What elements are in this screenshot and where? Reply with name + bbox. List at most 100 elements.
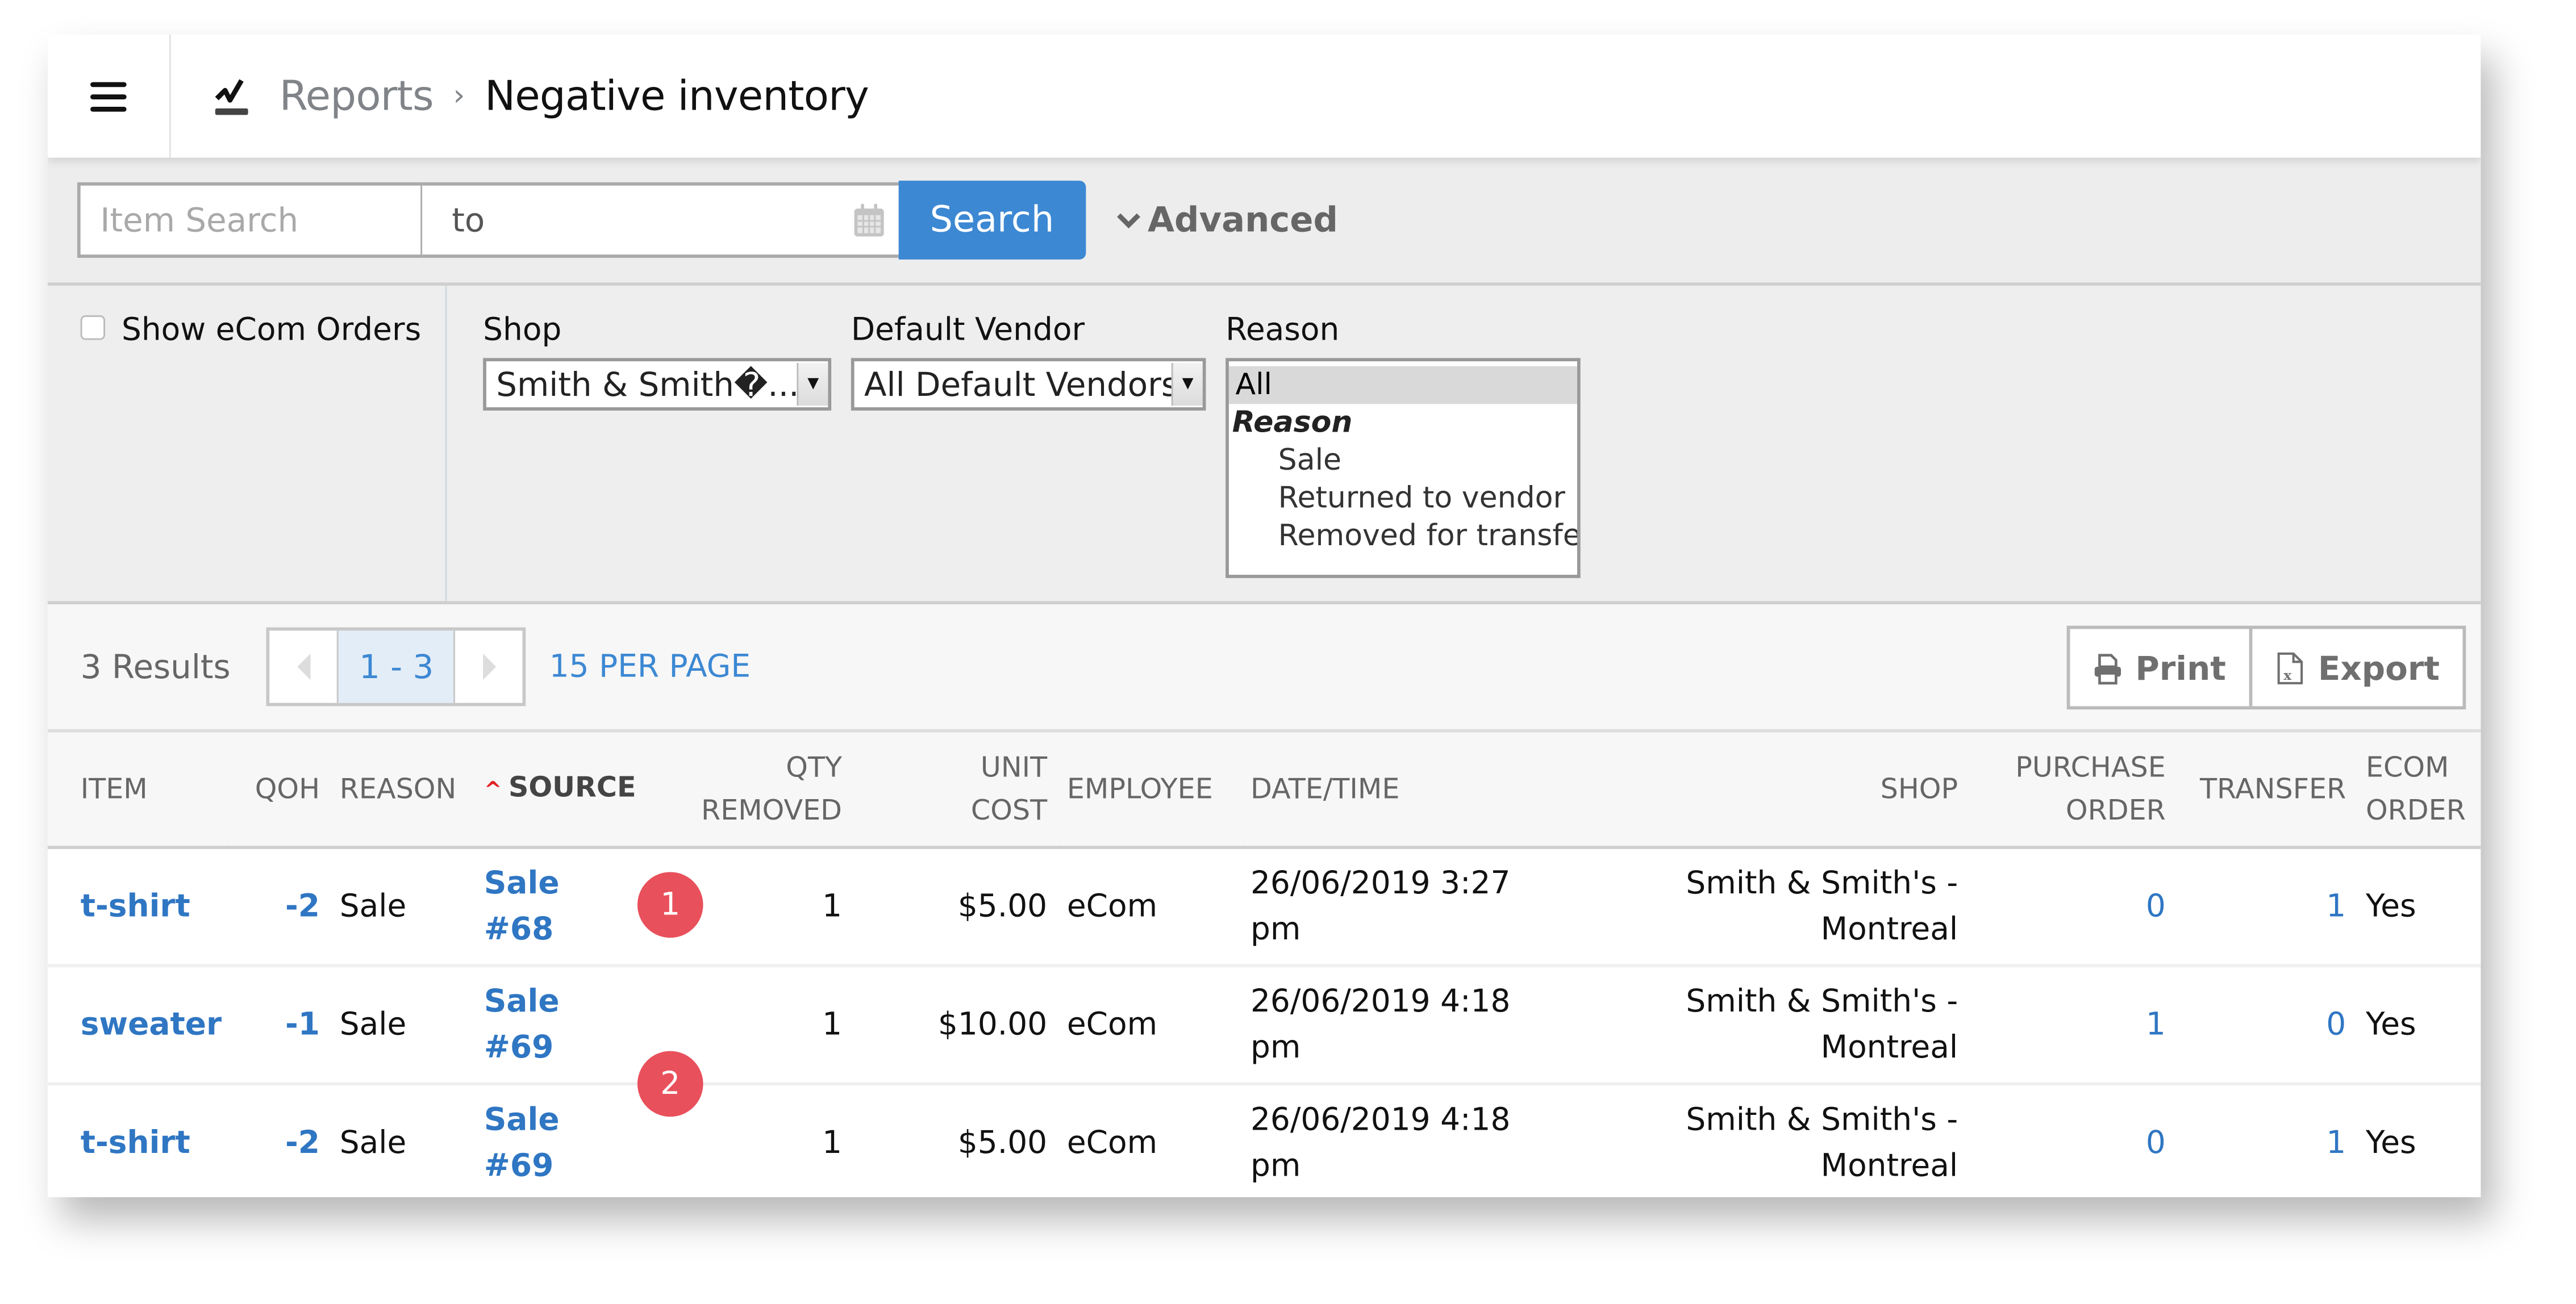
item-link[interactable]: t-shirt bbox=[81, 1125, 190, 1161]
employee-cell: eCom bbox=[1066, 888, 1158, 925]
advanced-toggle[interactable]: Advanced bbox=[1115, 200, 1338, 240]
annotation-badge-2: 2 bbox=[637, 1051, 703, 1117]
reason-label: Reason bbox=[1226, 312, 1340, 349]
purchase-order-link[interactable]: 0 bbox=[2146, 888, 2166, 925]
column-header-qty-removed[interactable]: QTY REMOVED bbox=[646, 733, 852, 847]
print-label: Print bbox=[2135, 647, 2226, 688]
unit-cost-cell: $10.00 bbox=[937, 1006, 1048, 1043]
column-header-transfer[interactable]: TRANSFER bbox=[2175, 733, 2356, 847]
table-header-row: ITEM QOH REASON ^ SOURCE QTY REMOVED UNIT C… bbox=[47, 732, 2481, 848]
shop-label: Shop bbox=[483, 312, 562, 349]
menu-button[interactable] bbox=[48, 34, 171, 158]
item-link[interactable]: t-shirt bbox=[81, 888, 190, 925]
column-header-qoh[interactable]: QOH bbox=[231, 733, 330, 847]
column-header-reason[interactable]: REASON bbox=[330, 733, 474, 847]
date-range-field[interactable] bbox=[422, 182, 899, 258]
reason-filter: Reason All Reason Sale Returned to vendo… bbox=[1226, 312, 1581, 601]
reason-option-removed-for-transfer[interactable]: Removed for transfer bbox=[1229, 517, 1577, 555]
export-label: Export bbox=[2317, 647, 2440, 688]
results-count: 3 Results bbox=[80, 647, 231, 687]
show-ecom-orders-checkbox[interactable] bbox=[80, 315, 106, 340]
reason-option-sale[interactable]: Sale bbox=[1229, 442, 1577, 480]
column-header-unit-cost[interactable]: UNIT COST bbox=[852, 733, 1057, 847]
ecom-order-cell: Yes bbox=[2365, 1125, 2416, 1161]
transfer-link[interactable]: 1 bbox=[2326, 1125, 2346, 1161]
employee-cell: eCom bbox=[1066, 1125, 1158, 1161]
datetime-cell: 26/06/2019 4:18 pm bbox=[1250, 984, 1511, 1066]
column-header-source[interactable]: ^ SOURCE bbox=[474, 733, 645, 847]
source-link[interactable]: Sale #69 bbox=[484, 1102, 560, 1184]
annotation-badge-1: 1 bbox=[637, 872, 703, 938]
header-line: COST bbox=[970, 794, 1048, 827]
transfer-link[interactable]: 0 bbox=[2326, 1007, 2346, 1043]
breadcrumb-reports-link[interactable]: Reports bbox=[280, 72, 434, 120]
shop-select[interactable]: Smith & Smith�... ▼ bbox=[483, 358, 832, 411]
dropdown-arrow-icon: ▼ bbox=[1171, 363, 1203, 406]
print-button[interactable]: Print bbox=[2070, 629, 2249, 706]
source-link[interactable]: Sale #68 bbox=[484, 866, 560, 948]
qoh-link[interactable]: -2 bbox=[285, 1125, 320, 1161]
breadcrumb-chevron-icon: › bbox=[453, 78, 465, 114]
header-line: PURCHASE bbox=[2015, 751, 2166, 784]
vendor-filter: Default Vendor All Default Vendors ▼ bbox=[851, 312, 1206, 601]
unit-cost-cell: $5.00 bbox=[957, 1125, 1048, 1161]
header-line: REMOVED bbox=[701, 794, 843, 827]
printer-icon bbox=[2094, 653, 2121, 684]
column-header-source-label: SOURCE bbox=[508, 771, 636, 804]
employee-cell: eCom bbox=[1066, 1006, 1158, 1043]
svg-text:x: x bbox=[2283, 667, 2291, 683]
sort-ascending-icon: ^ bbox=[483, 778, 502, 803]
report-window: Reports › Negative inventory Search bbox=[47, 34, 2481, 1197]
previous-page-button[interactable] bbox=[270, 630, 337, 703]
purchase-order-link[interactable]: 1 bbox=[2146, 1007, 2166, 1043]
datetime-cell: 26/06/2019 4:18 pm bbox=[1250, 1102, 1511, 1184]
header-line: ECOM bbox=[2365, 751, 2449, 784]
report-actions: Print x Export bbox=[2066, 625, 2466, 710]
advanced-label: Advanced bbox=[1148, 200, 1338, 240]
screenshot-stage: Reports › Negative inventory Search bbox=[0, 0, 2576, 1304]
reason-optgroup-label: Reason bbox=[1232, 406, 1353, 440]
reports-chart-icon bbox=[215, 78, 248, 114]
reason-option-returned-to-vendor[interactable]: Returned to vendor bbox=[1229, 479, 1577, 517]
default-vendor-select[interactable]: All Default Vendors ▼ bbox=[851, 358, 1206, 411]
negative-inventory-table: ITEM QOH REASON ^ SOURCE QTY REMOVED UNIT C… bbox=[47, 732, 2481, 1197]
search-button[interactable]: Search bbox=[898, 181, 1086, 260]
transfer-link[interactable]: 1 bbox=[2326, 888, 2346, 925]
hamburger-menu-icon bbox=[90, 81, 127, 111]
table-row: t-shirt -2 Sale Sale #68 1 $5.00 eCom 26… bbox=[47, 847, 2481, 966]
source-link[interactable]: Sale #69 bbox=[484, 984, 560, 1066]
unit-cost-cell: $5.00 bbox=[957, 888, 1048, 925]
shop-cell: Smith & Smith's - Montreal bbox=[1686, 1102, 1958, 1184]
show-ecom-orders-option[interactable]: Show eCom Orders bbox=[80, 312, 445, 348]
reason-listbox[interactable]: All Reason Sale Returned to vendor Remov… bbox=[1226, 358, 1581, 578]
table-row: sweater -1 Sale Sale #69 1 $10.00 eCom 2… bbox=[47, 966, 2481, 1084]
column-header-ecom-order[interactable]: ECOM ORDER bbox=[2356, 733, 2481, 847]
reason-option-all[interactable]: All bbox=[1228, 366, 1577, 404]
date-range-input[interactable] bbox=[448, 198, 833, 242]
advanced-filters: Show eCom Orders Shop Smith & Smith�... … bbox=[47, 286, 2481, 605]
export-button[interactable]: x Export bbox=[2249, 629, 2462, 707]
column-header-item[interactable]: ITEM bbox=[48, 733, 232, 847]
ecom-order-cell: Yes bbox=[2365, 888, 2416, 925]
column-header-purchase-order[interactable]: PURCHASE ORDER bbox=[1968, 733, 2176, 847]
next-page-button[interactable] bbox=[456, 630, 523, 703]
reason-cell: Sale bbox=[339, 1006, 407, 1043]
search-bar: Search Advanced bbox=[47, 157, 2481, 286]
results-toolbar: 3 Results 1 - 3 15 PER PAGE Print x Expo… bbox=[47, 604, 2481, 733]
calendar-icon[interactable] bbox=[853, 202, 886, 239]
item-search-input[interactable] bbox=[77, 182, 423, 258]
top-bar: Reports › Negative inventory bbox=[47, 34, 2481, 158]
item-link[interactable]: sweater bbox=[81, 1007, 222, 1043]
pagination: 1 - 3 bbox=[266, 627, 527, 707]
qoh-link[interactable]: -1 bbox=[285, 1007, 320, 1043]
qoh-link[interactable]: -2 bbox=[285, 888, 320, 925]
filter-selects: Shop Smith & Smith�... ▼ Default Vendor … bbox=[447, 286, 1581, 601]
chevron-left-icon bbox=[297, 653, 310, 680]
per-page-selector[interactable]: 15 PER PAGE bbox=[549, 649, 751, 685]
column-header-datetime[interactable]: DATE/TIME bbox=[1241, 733, 1535, 847]
purchase-order-link[interactable]: 0 bbox=[2146, 1125, 2166, 1161]
default-vendor-value: All Default Vendors bbox=[864, 364, 1172, 404]
column-header-shop[interactable]: SHOP bbox=[1534, 733, 1968, 847]
column-header-employee[interactable]: EMPLOYEE bbox=[1057, 733, 1241, 847]
datetime-cell: 26/06/2019 3:27 pm bbox=[1250, 865, 1511, 948]
